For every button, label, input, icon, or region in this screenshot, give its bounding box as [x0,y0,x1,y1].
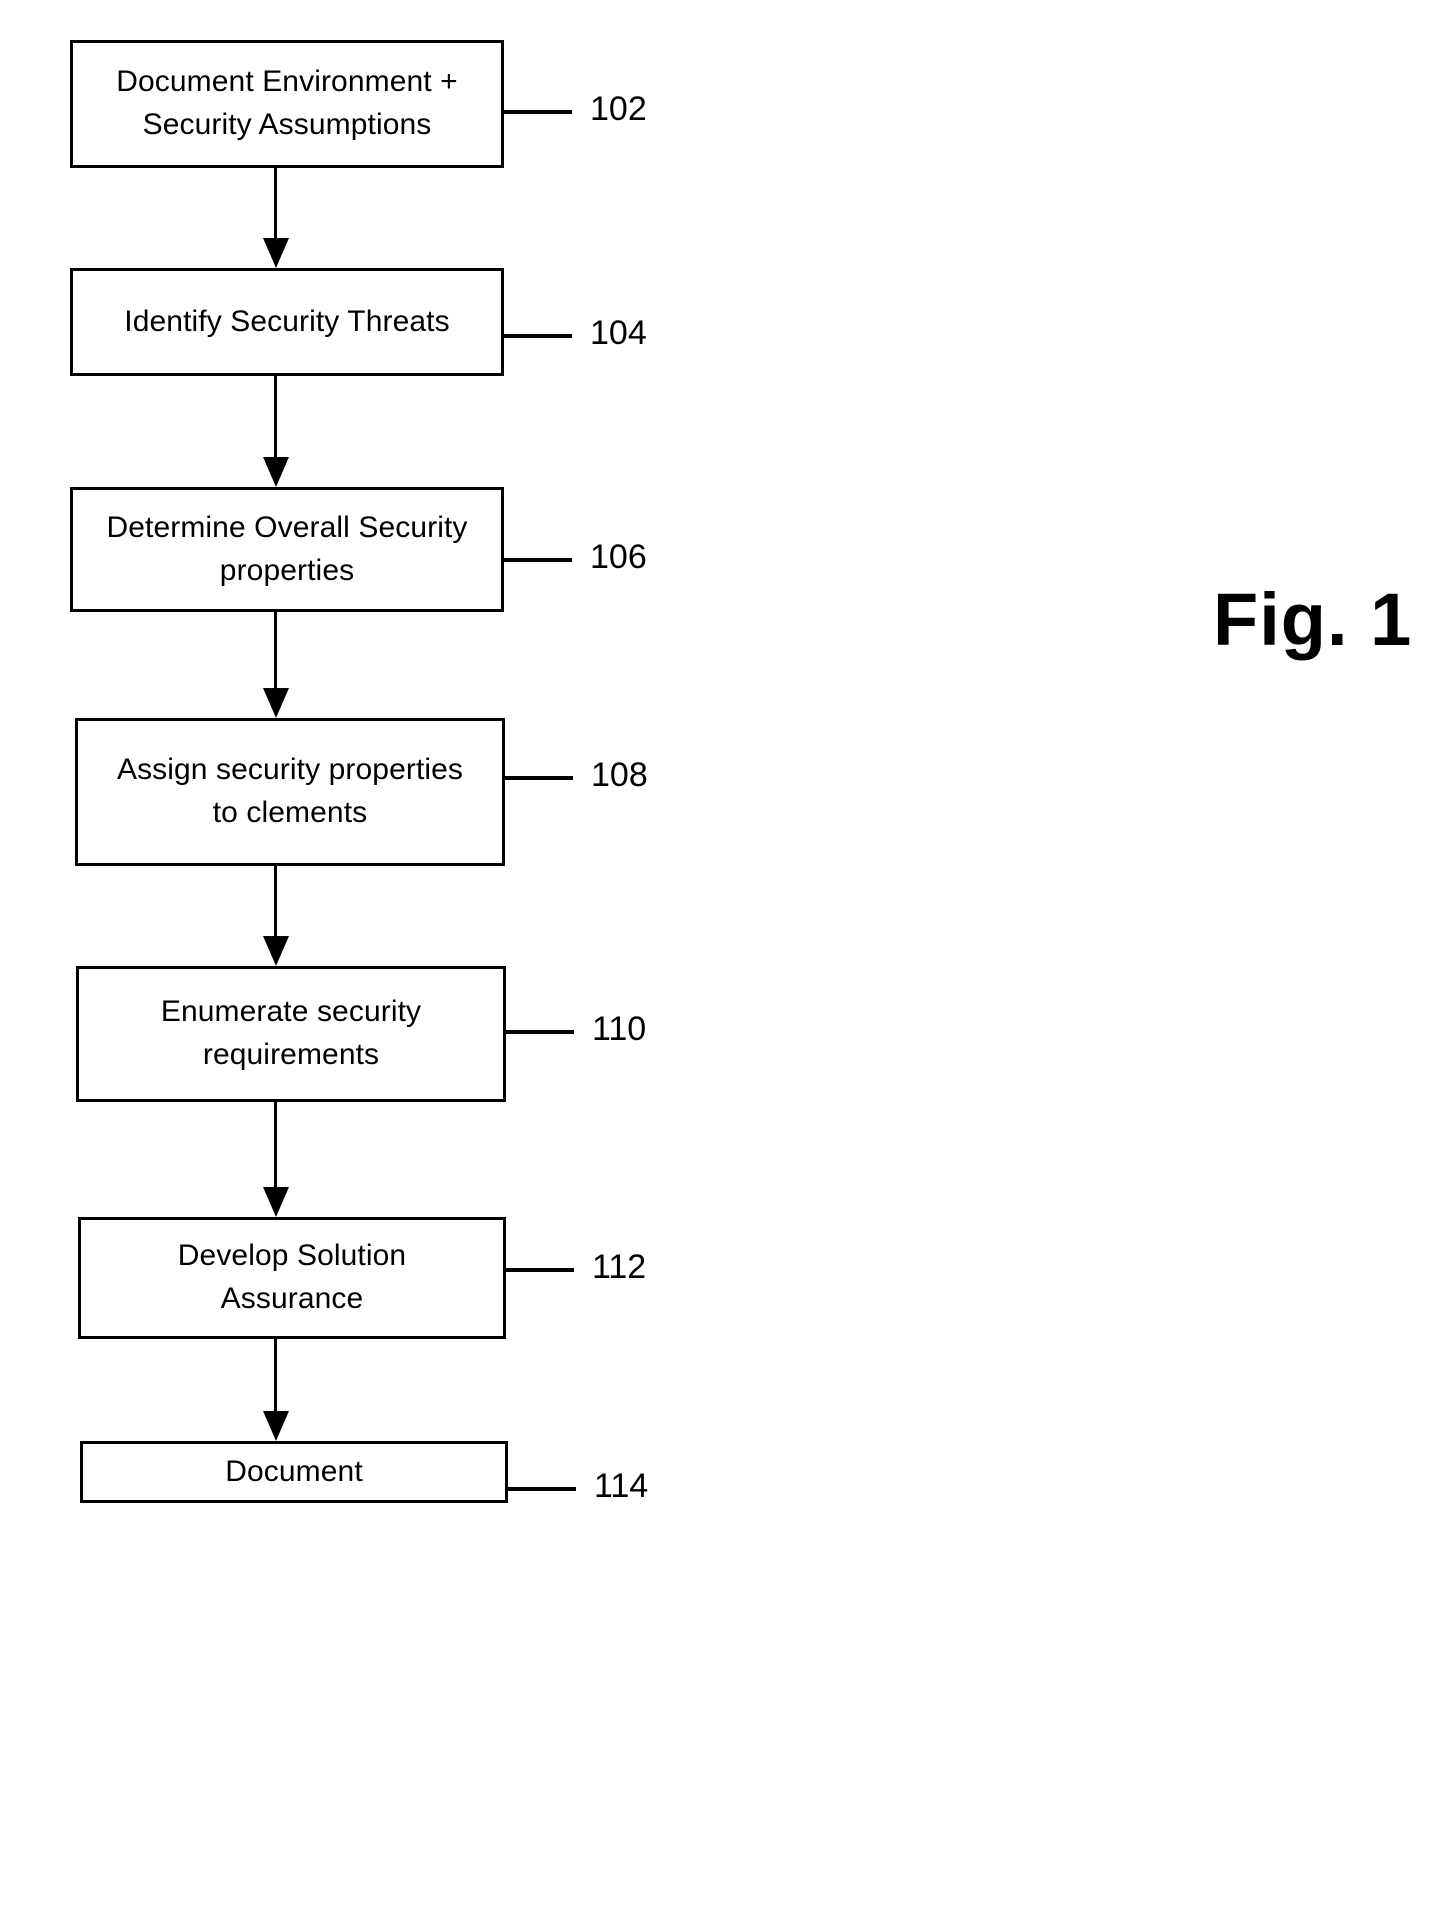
process-box-label: Assign security properties to clements [116,753,464,829]
arrow-110-112 [263,1102,289,1217]
process-box-108: Assign security properties to clements [75,718,505,866]
leader-line-114 [508,1487,576,1491]
leader-line-108 [505,776,573,780]
arrow-102-104 [263,168,289,268]
figure-caption: Fig. 1 [1213,578,1413,661]
leader-line-104 [504,334,572,338]
arrow-line [274,612,277,692]
reference-numeral-112: 112 [592,1248,647,1286]
arrow-head-icon [263,457,289,487]
process-box-label: Document [225,1454,363,1488]
process-box-label: Identify Security Threats [124,304,450,338]
process-box-102: Document Environment + Security Assumpti… [70,40,504,168]
process-box-110: Enumerate security requirements [76,966,506,1102]
process-box-114: Document [80,1441,508,1503]
arrow-104-106 [263,376,289,487]
process-box-106: Determine Overall Security properties [70,487,504,612]
arrow-head-icon [263,688,289,718]
process-box-104: Identify Security Threats [70,268,504,376]
leader-line-106 [504,558,572,562]
leader-line-102 [504,110,572,114]
reference-numeral-102: 102 [590,90,647,128]
arrow-line [274,168,277,242]
process-box-label: Determine Overall Security properties [106,510,468,587]
arrow-head-icon [263,1187,289,1217]
arrow-head-icon [263,1411,289,1441]
arrow-line [274,376,277,461]
arrow-106-108 [263,612,289,718]
arrow-line [274,866,277,940]
arrow-head-icon [263,238,289,268]
arrow-112-114 [263,1339,289,1441]
reference-numeral-106: 106 [590,538,647,576]
reference-numeral-110: 110 [592,1010,647,1048]
reference-numeral-104: 104 [590,314,647,352]
process-box-label: Document Environment + Security Assumpti… [116,65,458,141]
process-box-112: Develop Solution Assurance [78,1217,506,1339]
leader-line-112 [506,1268,574,1272]
reference-numeral-108: 108 [591,756,648,794]
arrow-line [274,1339,277,1415]
reference-numeral-114: 114 [594,1467,649,1505]
process-box-label: Develop Solution Assurance [177,1239,407,1315]
arrow-108-110 [263,866,289,966]
arrow-line [274,1102,277,1191]
patent-figure: Document Environment + Security Assumpti… [0,0,1450,1909]
arrow-head-icon [263,936,289,966]
leader-line-110 [506,1030,574,1034]
process-box-label: Enumerate security requirements [160,995,422,1071]
